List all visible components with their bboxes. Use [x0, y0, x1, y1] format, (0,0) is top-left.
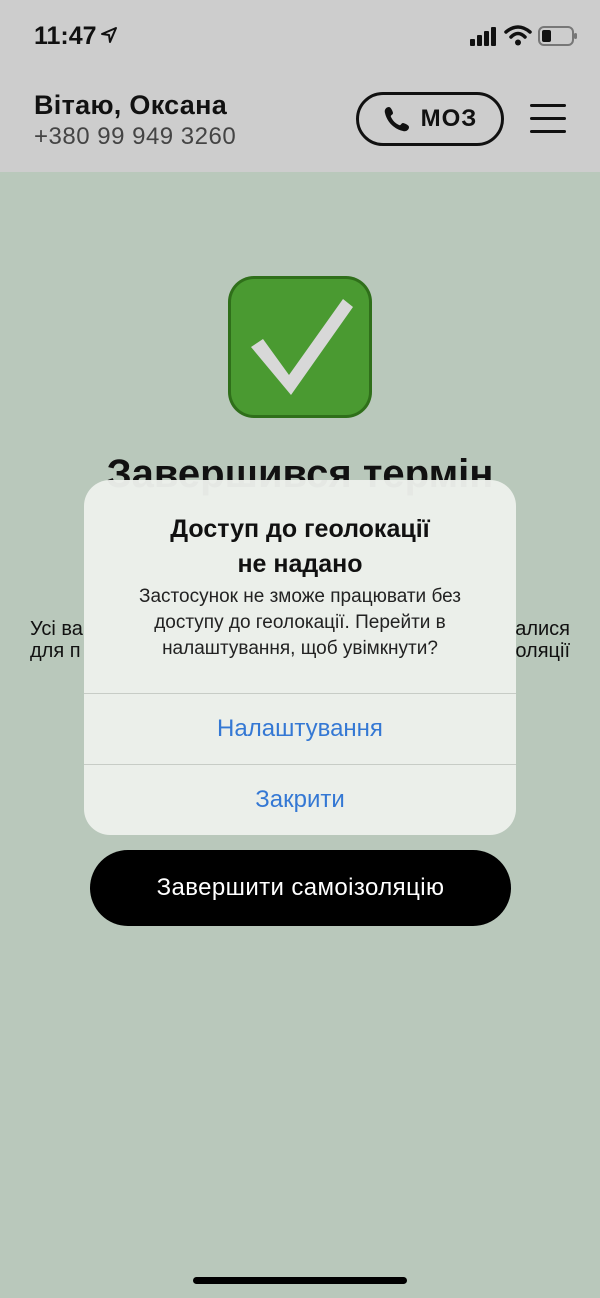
moz-button-label: МОЗ — [420, 105, 478, 132]
alert-close-button[interactable]: Закрити — [84, 765, 516, 835]
alert-message: Застосунок не зможе працювати без доступ… — [139, 586, 461, 659]
wifi-icon — [504, 25, 532, 46]
status-bar: 11:47 — [0, 0, 600, 72]
phone-icon — [384, 107, 409, 132]
end-self-isolation-button[interactable]: Завершити самоізоляцію — [90, 850, 511, 926]
description-text-left: Усі ва для п — [30, 618, 83, 662]
alert-title: Доступ до геолокації не надано — [170, 515, 430, 578]
home-indicator[interactable] — [193, 1277, 407, 1284]
location-arrow-icon — [101, 27, 117, 43]
app-header: Вітаю, Оксана +380 99 949 3260 МОЗ — [0, 72, 600, 172]
cellular-signal-icon — [470, 27, 496, 46]
description-text-right: алися оляції — [515, 618, 570, 662]
checkmark-icon — [228, 276, 372, 418]
status-time: 11:47 — [34, 22, 97, 50]
user-phone-number: +380 99 949 3260 — [34, 123, 237, 150]
greeting-text: Вітаю, Оксана — [34, 90, 228, 120]
moz-call-button[interactable]: МОЗ — [356, 92, 504, 146]
battery-icon — [538, 26, 577, 46]
menu-icon[interactable] — [530, 102, 568, 134]
alert-settings-button[interactable]: Налаштування — [84, 694, 516, 764]
geolocation-alert-dialog: Доступ до геолокації не надано Застосуно… — [84, 480, 516, 835]
